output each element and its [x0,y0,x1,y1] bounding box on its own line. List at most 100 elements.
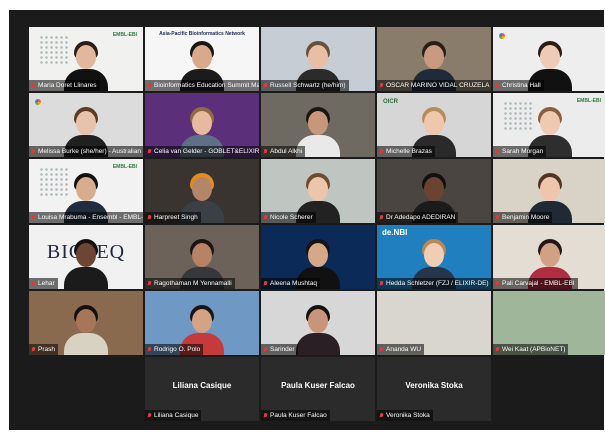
participant-tile-veronika-stoka[interactable]: Veronika Stoka Veronika Stoka [377,357,491,421]
participant-tile-abdul-alkhi[interactable]: Abdul Alkhi [261,93,375,157]
muted-mic-icon [379,280,384,287]
participant-figure [64,237,108,289]
muted-mic-icon [263,148,268,155]
participant-name-text: Prash [38,346,55,353]
participant-name-text: Melissa Burke (she/her) - Australian Bi.… [38,148,143,155]
participant-name-label: Dr Adedapo ADEDIRAN [377,212,459,223]
denbi-logo: de.NBI [382,228,408,237]
participant-name-label: Hedda Schletzer (FZJ / ELIXIR-DE) [377,278,491,289]
participant-tile-pali-carvajal[interactable]: Pali Carvajal - EMBL-EBI [493,225,605,289]
participant-name-text: Paula Kuser Falcao [270,412,327,419]
participant-name-text: Michelle Brazas [386,148,432,155]
participant-tile-hedda-schletzer[interactable]: de.NBI Hedda Schletzer (FZJ / ELIXIR-DE) [377,225,491,289]
participant-name-label: Sarah Morgan [493,146,547,157]
muted-mic-icon [495,346,500,353]
participant-tile-nicole-scherer[interactable]: Nicole Scherer [261,159,375,223]
muted-mic-icon [495,82,500,89]
participant-name-text: Maria Doret Llinares [38,82,97,89]
participant-name-label: Abdul Alkhi [261,146,306,157]
participant-name-text: Dr Adedapo ADEDIRAN [386,214,456,221]
muted-mic-icon [263,82,268,89]
muted-mic-icon [147,280,152,287]
participant-tile-paula-kuser-falcao[interactable]: Paula Kuser Falcao Paula Kuser Falcao [261,357,375,421]
participant-name-label: Aleena Mushtaq [261,278,320,289]
participant-tile-prash[interactable]: Prash [29,291,143,355]
muted-mic-icon [379,412,384,419]
participant-name-label: Christina Hall [493,80,544,91]
video-gallery: EMBL-EBI Maria Doret Llinares Asia-Pacific… [9,10,605,430]
participant-tile-melissa-burke[interactable]: Melissa Burke (she/her) - Australian Bi.… [29,93,143,157]
participant-name-label: Nicole Scherer [261,212,316,223]
participant-name-text: Ananda WU [386,346,422,353]
participant-name-text: Hedda Schletzer (FZJ / ELIXIR-DE) [386,280,489,287]
muted-mic-icon [31,214,36,221]
participant-tile-rodrigo-o-polo[interactable]: Rodrigo O. Polo [145,291,259,355]
participant-tile-oscar-marino-vidal-cruzela[interactable]: OSCAR MARINO VIDAL CRUZELA [377,27,491,91]
participant-tile-aleena-mushtaq[interactable]: Aleena Mushtaq [261,225,375,289]
participant-tile-dr-adedapo-adediran[interactable]: Dr Adedapo ADEDIRAN [377,159,491,223]
participant-name-text: Rodrigo O. Polo [154,346,201,353]
muted-mic-icon [379,148,384,155]
participant-name-text: Wei Kaat (APBioNET) [502,346,566,353]
participant-name-label: Russell Schwartz (he/him) [261,80,349,91]
participant-name-label: Louisa Mrabuma - Ensembl - EMBL-... [29,212,143,223]
participant-tile-benjamin-moore[interactable]: Benjamin Moore [493,159,605,223]
muted-mic-icon [147,148,152,155]
participant-name-text: Christina Hall [502,82,541,89]
participant-tile-ragothaman-m-yennamalli[interactable]: Ragothaman M Yennamalli [145,225,259,289]
participant-name-label: Paula Kuser Falcao [261,410,330,421]
participant-name-text: Pali Carvajal - EMBL-EBI [502,280,575,287]
participant-tile-ananda-wu[interactable]: Ananda WU [377,291,491,355]
participant-name-text: Abdul Alkhi [270,148,303,155]
participant-grid: EMBL-EBI Maria Doret Llinares Asia-Pacific… [29,27,605,439]
participant-tile-russell-schwartz[interactable]: Russell Schwartz (he/him) [261,27,375,91]
participant-tile-bioinformatics-education-summit[interactable]: Asia-Pacific Bioinformatics Network Bioin… [145,27,259,91]
participant-name-text: Bioinformatics Education Summit Main ... [154,82,259,89]
participant-name-text: Nicole Scherer [270,214,313,221]
oicr-logo: OICR [383,99,398,105]
participant-name-label: Wei Kaat (APBioNET) [493,344,569,355]
muted-mic-icon [379,346,384,353]
participant-name-label: OSCAR MARINO VIDAL CRUZELA [377,80,491,91]
participant-name-label: Sarinder [261,344,298,355]
participant-name-text: Veronika Stoka [386,412,430,419]
participant-figure [64,303,108,355]
participant-tile-louisa-mrabuma[interactable]: EMBL-EBI Louisa Mrabuma - Ensembl - EMBL-… [29,159,143,223]
participant-name-text: Sarinder [270,346,295,353]
participant-tile-lehar[interactable]: BIOSEQLehar [29,225,143,289]
participant-tile-christina-hall[interactable]: Christina Hall [493,27,605,91]
muted-mic-icon [31,82,36,89]
banner-text: Asia-Pacific Bioinformatics Network [159,31,245,37]
participant-name-label: Rodrigo O. Polo [145,344,204,355]
participant-tile-michelle-brazas[interactable]: OICR Michelle Brazas [377,93,491,157]
participant-tile-maria-doret-llinares[interactable]: EMBL-EBI Maria Doret Llinares [29,27,143,91]
participant-name-text: Ragothaman M Yennamalli [154,280,232,287]
participant-name-text: OSCAR MARINO VIDAL CRUZELA [386,82,490,89]
participant-tile-wei-kaat[interactable]: Wei Kaat (APBioNET) [493,291,605,355]
participant-tile-sarah-morgan[interactable]: EMBL-EBI Sarah Morgan [493,93,605,157]
participant-name-label: Pali Carvajal - EMBL-EBI [493,278,578,289]
embl-ebi-logo: EMBL-EBI [112,32,137,38]
participant-tile-celia-van-gelder[interactable]: Celia van Gelder - GOBLET&ELIXIR [145,93,259,157]
participant-tile-harpreet-singh[interactable]: Harpreet Singh [145,159,259,223]
embl-ebi-logo: EMBL-EBI [576,98,601,104]
participant-name-label: Benjamin Moore [493,212,553,223]
participant-name-text: Harpreet Singh [154,214,198,221]
muted-mic-icon [495,148,500,155]
participant-name-label: Celia van Gelder - GOBLET&ELIXIR [145,146,259,157]
bioinformatics-logo [499,33,505,39]
participant-name-text: Russell Schwartz (he/him) [270,82,346,89]
participant-name-text: Louisa Mrabuma - Ensembl - EMBL-... [38,214,143,221]
participant-tile-sarinder[interactable]: Sarinder [261,291,375,355]
muted-mic-icon [263,346,268,353]
participant-name-label: Ragothaman M Yennamalli [145,278,235,289]
participant-name-label: Ananda WU [377,344,425,355]
muted-mic-icon [31,280,36,287]
muted-mic-icon [263,214,268,221]
muted-mic-icon [495,280,500,287]
participant-name-text: Lehar [38,280,55,287]
participant-name-label: Bioinformatics Education Summit Main ... [145,80,259,91]
participant-name-label: Liliana Casique [145,410,202,421]
participant-figure [296,303,340,355]
participant-tile-liliana-casique[interactable]: Liliana Casique Liliana Casique [145,357,259,421]
